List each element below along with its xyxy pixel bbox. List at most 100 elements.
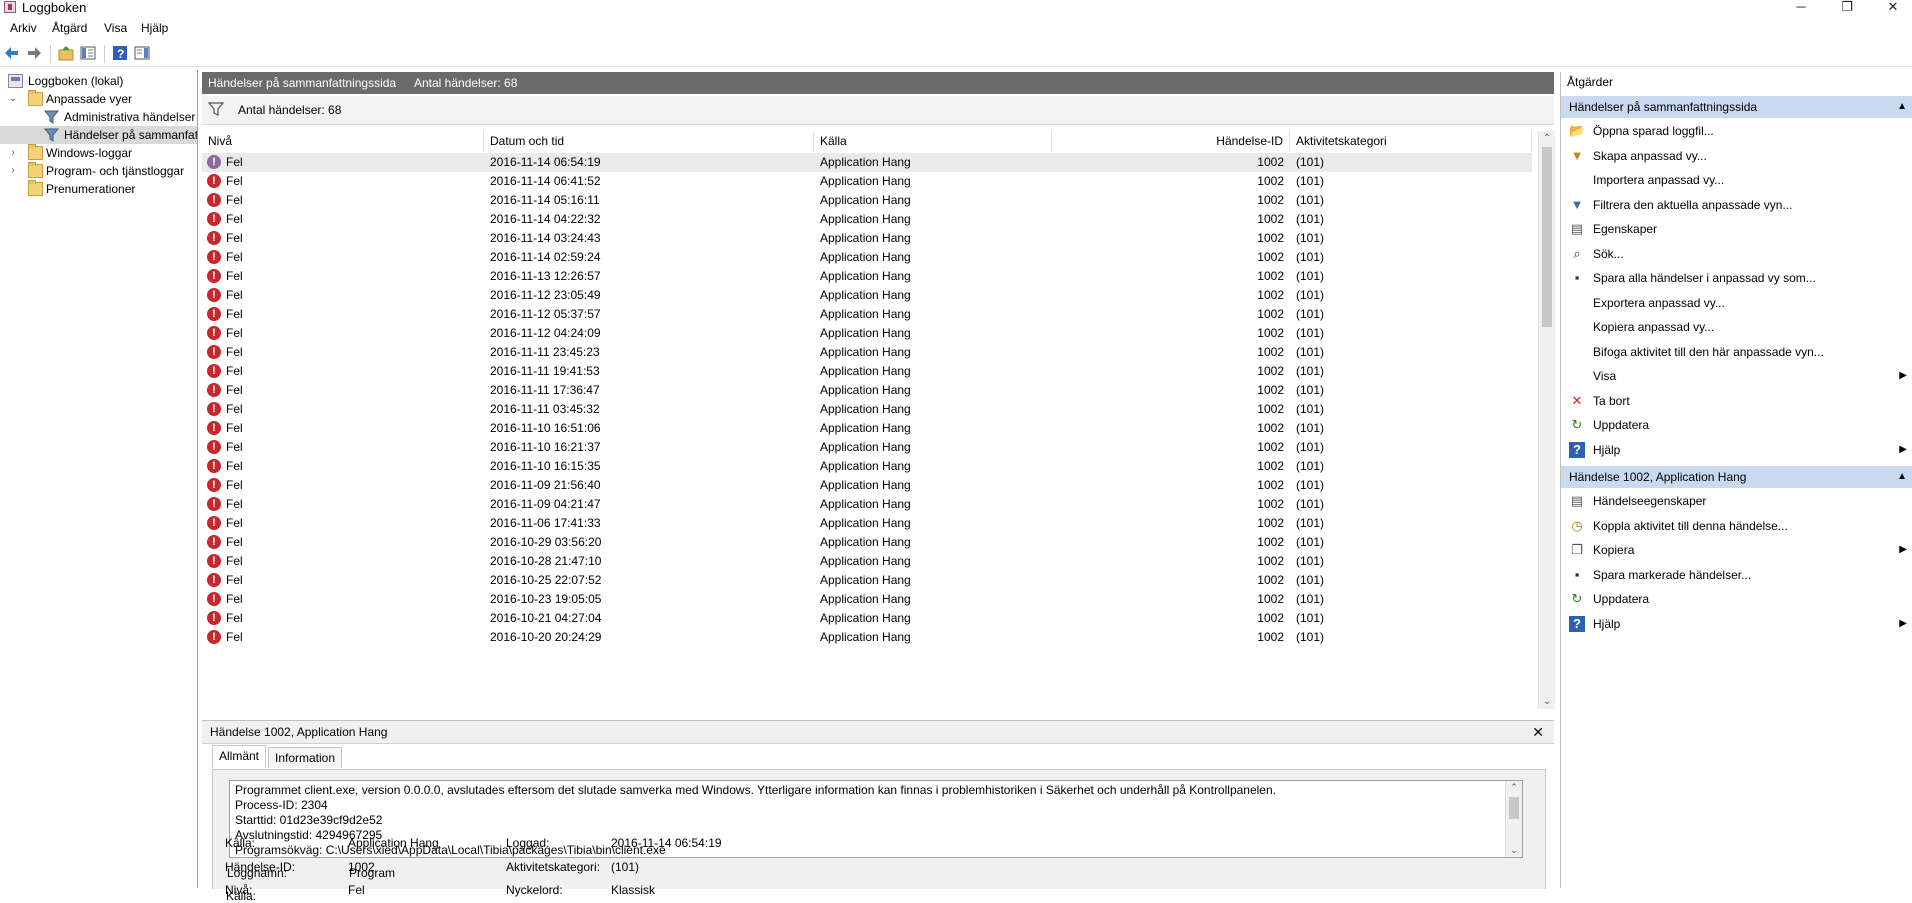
- cell-source: Application Hang: [820, 592, 911, 606]
- table-row[interactable]: ! Fel 2016-10-21 04:27:04 Application Hang (…: [202, 609, 1532, 628]
- up-folder-icon[interactable]: [58, 45, 74, 61]
- actions-section-event[interactable]: Händelse 1002, Application Hang ▲: [1561, 466, 1912, 488]
- collapse-icon[interactable]: ▲: [1897, 96, 1907, 118]
- show-hide-action-pane-icon[interactable]: [134, 45, 150, 61]
- table-row[interactable]: ! Fel 2016-11-14 04:22:32 Application Hang (…: [202, 210, 1532, 229]
- action-item[interactable]: ▼ Skapa anpassad vy...: [1561, 145, 1912, 167]
- action-item[interactable]: ? Hjälp ▶: [1561, 439, 1912, 461]
- action-item[interactable]: ▤ Egenskaper: [1561, 218, 1912, 240]
- column-level[interactable]: Nivå: [202, 131, 484, 152]
- table-row[interactable]: ! Fel 2016-11-10 16:21:37 Application Hang (…: [202, 438, 1532, 457]
- action-item[interactable]: ⌕ Sök...: [1561, 243, 1912, 265]
- scroll-down-icon[interactable]: ⌄: [1539, 696, 1555, 707]
- table-row[interactable]: ! Fel 2016-11-10 16:15:35 Application Hang (…: [202, 457, 1532, 476]
- table-row[interactable]: ! Fel 2016-10-29 03:56:20 Application Hang (…: [202, 533, 1532, 552]
- actions-section-summary[interactable]: Händelser på sammanfattningssida ▲: [1561, 96, 1912, 118]
- table-row[interactable]: ! Fel 2016-11-11 03:45:32 Application Hang (…: [202, 400, 1532, 419]
- chevron-right-icon[interactable]: ›: [8, 162, 18, 180]
- table-row[interactable]: ! Fel 2016-11-09 21:56:40 Application Hang (…: [202, 476, 1532, 495]
- action-item[interactable]: ? Hjälp ▶: [1561, 613, 1912, 635]
- show-hide-tree-icon[interactable]: [80, 45, 96, 61]
- cell-event-id: 1002: [1257, 440, 1284, 454]
- menu-file[interactable]: Arkiv: [10, 21, 37, 35]
- table-scrollbar[interactable]: ⌃ ⌄: [1538, 131, 1555, 709]
- table-row[interactable]: ! Fel 2016-11-12 23:05:49 Application Hang (…: [202, 286, 1532, 305]
- section-label: Händelse 1002, Application Hang: [1569, 470, 1747, 484]
- table-row[interactable]: ! Fel 2016-10-23 19:05:05 Application Hang (…: [202, 590, 1532, 609]
- chevron-down-icon[interactable]: ⌄: [8, 90, 18, 108]
- column-event-id[interactable]: Händelse-ID: [1052, 131, 1290, 152]
- action-item[interactable]: Exportera anpassad vy...: [1561, 292, 1912, 314]
- tab-general[interactable]: Allmänt: [212, 745, 267, 768]
- minimize-button[interactable]: ─: [1778, 0, 1824, 17]
- table-row[interactable]: ! Fel 2016-10-20 20:24:29 Application Hang (…: [202, 628, 1532, 647]
- source-value: Application Hang: [348, 836, 439, 850]
- action-item[interactable]: 📂 Öppna sparad loggfil...: [1561, 120, 1912, 142]
- table-row[interactable]: ! Fel 2016-11-11 23:45:23 Application Hang (…: [202, 343, 1532, 362]
- forward-arrow-icon[interactable]: [26, 45, 42, 61]
- action-item[interactable]: ▪ Spara alla händelser i anpassad vy som.…: [1561, 267, 1912, 289]
- action-item[interactable]: Importera anpassad vy...: [1561, 169, 1912, 191]
- action-item[interactable]: ◷ Koppla aktivitet till denna händelse...: [1561, 515, 1912, 537]
- description-scrollbar[interactable]: ⌃ ⌄: [1505, 781, 1522, 857]
- table-row[interactable]: ! Fel 2016-11-12 05:37:57 Application Hang (…: [202, 305, 1532, 324]
- table-row[interactable]: ! Fel 2016-11-06 17:41:33 Application Hang (…: [202, 514, 1532, 533]
- action-item[interactable]: ↻ Uppdatera: [1561, 414, 1912, 436]
- table-row[interactable]: ! Fel 2016-10-28 21:47:10 Application Hang (…: [202, 552, 1532, 571]
- scroll-down-icon[interactable]: ⌄: [1506, 845, 1522, 856]
- table-row[interactable]: ! Fel 2016-11-14 03:24:43 Application Hang (…: [202, 229, 1532, 248]
- scroll-up-icon[interactable]: ⌃: [1539, 133, 1555, 144]
- table-row[interactable]: ! Fel 2016-11-14 06:54:19 Application Hang (…: [202, 153, 1532, 172]
- table-row[interactable]: ! Fel 2016-11-13 12:26:57 Application Hang (…: [202, 267, 1532, 286]
- cell-category: (101): [1296, 497, 1325, 511]
- filter-icon[interactable]: [207, 102, 225, 119]
- table-row[interactable]: ! Fel 2016-11-11 17:36:47 Application Hang (…: [202, 381, 1532, 400]
- action-item[interactable]: ▪ Spara markerade händelser...: [1561, 564, 1912, 586]
- tab-details[interactable]: Information: [268, 747, 343, 768]
- help-icon[interactable]: ?: [112, 45, 128, 61]
- action-item[interactable]: ✕ Ta bort: [1561, 390, 1912, 412]
- action-label: Uppdatera: [1593, 418, 1650, 432]
- action-item[interactable]: Kopiera anpassad vy...: [1561, 316, 1912, 338]
- action-label: Hjälp: [1593, 442, 1621, 457]
- cell-datetime: 2016-11-11 03:45:32: [490, 402, 600, 416]
- action-item[interactable]: ❐ Kopiera ▶: [1561, 539, 1912, 561]
- action-label: Kopiera anpassad vy...: [1593, 320, 1715, 334]
- back-arrow-icon[interactable]: [4, 45, 20, 61]
- action-label: Filtrera den aktuella anpassade vyn...: [1593, 197, 1793, 212]
- close-detail-icon[interactable]: ✕: [1532, 721, 1544, 743]
- error-icon: !: [207, 421, 221, 435]
- table-row[interactable]: ! Fel 2016-11-14 02:59:24 Application Hang (…: [202, 248, 1532, 267]
- tree-item-admin-events[interactable]: Administrativa händelser: [4, 108, 197, 126]
- column-datetime[interactable]: Datum och tid: [484, 131, 814, 152]
- tree-item-custom-views[interactable]: ⌄ Anpassade vyer: [4, 90, 194, 108]
- table-row[interactable]: ! Fel 2016-11-14 05:16:11 Application Hang (…: [202, 191, 1532, 210]
- restore-button[interactable]: ❐: [1824, 0, 1870, 17]
- action-item[interactable]: ▤ Händelseegenskaper: [1561, 490, 1912, 512]
- cell-datetime: 2016-11-12 23:05:49: [490, 288, 601, 302]
- action-item[interactable]: ▼ Filtrera den aktuella anpassade vyn...: [1561, 194, 1912, 216]
- collapse-icon[interactable]: ▲: [1897, 466, 1907, 488]
- table-row[interactable]: ! Fel 2016-11-09 04:21:47 Application Hang (…: [202, 495, 1532, 514]
- menu-view[interactable]: Visa: [104, 21, 127, 35]
- table-row[interactable]: ! Fel 2016-11-10 16:51:06 Application Hang (…: [202, 419, 1532, 438]
- chevron-right-icon[interactable]: ›: [8, 144, 18, 162]
- action-item[interactable]: Visa ▶: [1561, 365, 1912, 387]
- scrollbar-thumb[interactable]: [1509, 797, 1519, 819]
- column-source[interactable]: Källa: [814, 131, 1052, 152]
- menu-help[interactable]: Hjälp: [141, 21, 168, 35]
- scrollbar-thumb[interactable]: [1542, 147, 1552, 327]
- column-category[interactable]: Aktivitetskategori: [1290, 131, 1532, 152]
- tree-item-summary-events[interactable]: Händelser på sammanfattningssida: [0, 126, 197, 144]
- detail-title: Händelse 1002, Application Hang: [210, 725, 388, 739]
- cell-level: Fel: [226, 611, 243, 625]
- table-row[interactable]: ! Fel 2016-11-11 19:41:53 Application Hang (…: [202, 362, 1532, 381]
- menu-action[interactable]: Åtgärd: [52, 21, 87, 35]
- scroll-up-icon[interactable]: ⌃: [1506, 782, 1522, 793]
- action-item[interactable]: ↻ Uppdatera: [1561, 588, 1912, 610]
- close-window-button[interactable]: ✕: [1870, 0, 1912, 17]
- table-row[interactable]: ! Fel 2016-10-25 22:07:52 Application Hang (…: [202, 571, 1532, 590]
- action-item[interactable]: Bifoga aktivitet till den här anpassade …: [1561, 341, 1912, 363]
- table-row[interactable]: ! Fel 2016-11-14 06:41:52 Application Hang (…: [202, 172, 1532, 191]
- table-row[interactable]: ! Fel 2016-11-12 04:24:09 Application Hang (…: [202, 324, 1532, 343]
